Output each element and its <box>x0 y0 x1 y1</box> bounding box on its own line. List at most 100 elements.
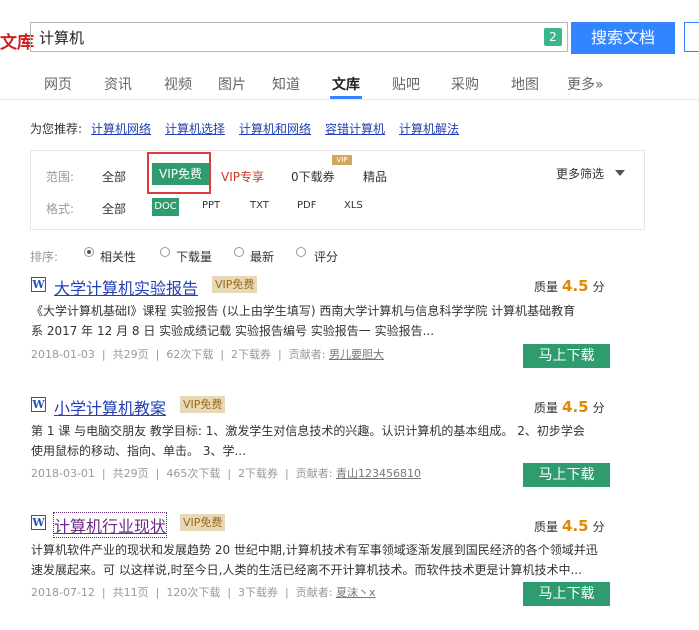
sort-option-rating[interactable]: 评分 <box>314 248 338 265</box>
more-filters-button[interactable]: 更多筛选 <box>556 165 604 182</box>
scope-option-zero-coupon[interactable]: 0下载券 <box>291 168 335 185</box>
snippet-line: 第 1 课 与电脑交朋友 教学目标: 1、激发学生对信息技术的兴趣。认识计算机的… <box>31 424 585 438</box>
contributor-label: 贡献者: <box>295 467 333 480</box>
contributor-label: 贡献者: <box>295 586 333 599</box>
scope-option-vip-exclusive[interactable]: VIP专享 <box>221 168 264 185</box>
format-option-txt[interactable]: TXT <box>250 200 269 211</box>
sort-option-relevance[interactable]: 相关性 <box>100 248 136 265</box>
format-option-pdf[interactable]: PDF <box>297 200 316 211</box>
recommend-link[interactable]: 计算机网络 <box>91 120 151 137</box>
word-doc-icon: W <box>31 277 46 292</box>
tab-video[interactable]: 视频 <box>164 74 192 94</box>
quality-rating: 质量 4.5 分 <box>534 398 605 416</box>
wenku-logo[interactable]: 文库 <box>0 28 34 53</box>
result-snippet: 第 1 课 与电脑交朋友 教学目标: 1、激发学生对信息技术的兴趣。认识计算机的… <box>31 421 616 461</box>
search-secondary-button[interactable] <box>684 22 699 52</box>
result-title[interactable]: 大学计算机实验报告 <box>54 275 198 299</box>
format-option-doc[interactable]: DOC <box>152 198 179 216</box>
format-option-xls[interactable]: XLS <box>344 200 363 211</box>
tab-wenku[interactable]: 文库 <box>332 74 360 94</box>
contributor-label: 贡献者: <box>288 348 326 361</box>
selection-highlight-box <box>147 152 211 194</box>
download-button[interactable]: 马上下载 <box>523 582 610 606</box>
quality-score: 4.5 <box>562 277 589 295</box>
active-tab-indicator <box>330 96 362 99</box>
tab-tieba[interactable]: 贴吧 <box>392 74 420 94</box>
result-date: 2018-07-12 <box>31 586 95 599</box>
sort-radio-newest[interactable] <box>234 247 244 257</box>
sort-radio-relevance[interactable] <box>84 247 94 257</box>
result-title[interactable]: 小学计算机教案 <box>54 395 166 419</box>
contributor-link[interactable]: 男儿要胆大 <box>329 348 384 361</box>
vip-tag: VIP <box>332 155 352 165</box>
quality-score: 4.5 <box>562 517 589 535</box>
tab-web[interactable]: 网页 <box>44 74 72 94</box>
result-pages: 共29页 <box>112 348 149 361</box>
vip-free-badge: VIP免费 <box>180 514 226 531</box>
search-count-badge: 2 <box>544 28 562 46</box>
search-input[interactable] <box>39 28 519 46</box>
result-downloads: 465次下载 <box>166 467 221 480</box>
result-date: 2018-03-01 <box>31 467 95 480</box>
result-pages: 共29页 <box>112 467 149 480</box>
sort-radio-rating[interactable] <box>296 247 306 257</box>
scope-option-premium[interactable]: 精品 <box>363 168 387 185</box>
result-downloads: 120次下载 <box>166 586 221 599</box>
recommend-link[interactable]: 计算机解法 <box>399 120 459 137</box>
vip-free-badge: VIP免费 <box>212 276 258 293</box>
quality-label: 质量 <box>534 280 559 294</box>
format-option-ppt[interactable]: PPT <box>202 200 220 211</box>
result-snippet: 计算机软件产业的现状和发展趋势 20 世纪中期,计算机技术有军事领域逐渐发展到国… <box>31 540 616 580</box>
recommend-link[interactable]: 容错计算机 <box>325 120 385 137</box>
snippet-line: 系 2017 年 12 月 8 日 实验成绩记载 实验报告编号 实验报告一 实验… <box>31 324 435 338</box>
contributor-link[interactable]: 夏沫丶x <box>336 586 376 599</box>
vip-free-badge: VIP免费 <box>180 396 226 413</box>
quality-rating: 质量 4.5 分 <box>534 277 605 295</box>
tab-more[interactable]: 更多» <box>567 74 604 94</box>
download-button[interactable]: 马上下载 <box>523 344 610 368</box>
snippet-line: 《大学计算机基础Ⅰ》课程 实验报告 (以上由学生填写) 西南大学计算机与信息科学… <box>31 304 576 318</box>
recommend-link[interactable]: 计算机和网络 <box>239 120 311 137</box>
snippet-line: 使用鼠标的移动、指向、单击。 3、学... <box>31 444 246 458</box>
quality-unit: 分 <box>592 401 605 415</box>
quality-label: 质量 <box>534 401 559 415</box>
recommend-label: 为您推荐: <box>30 122 83 136</box>
result-coupons: 2下载券 <box>238 467 279 480</box>
scope-option-all[interactable]: 全部 <box>102 168 126 185</box>
quality-label: 质量 <box>534 520 559 534</box>
tab-zhidao[interactable]: 知道 <box>272 74 300 94</box>
quality-unit: 分 <box>592 520 605 534</box>
contributor-link[interactable]: 青山123456810 <box>336 467 421 480</box>
result-snippet: 《大学计算机基础Ⅰ》课程 实验报告 (以上由学生填写) 西南大学计算机与信息科学… <box>31 301 616 341</box>
search-button[interactable]: 搜索文档 <box>571 22 675 54</box>
result-pages: 共11页 <box>112 586 149 599</box>
search-box[interactable]: 2 <box>30 22 568 52</box>
result-title[interactable]: 计算机行业现状 <box>52 512 168 538</box>
quality-score: 4.5 <box>562 398 589 416</box>
quality-unit: 分 <box>592 280 605 294</box>
sort-option-newest[interactable]: 最新 <box>250 248 274 265</box>
tab-images[interactable]: 图片 <box>218 74 246 94</box>
result-date: 2018-01-03 <box>31 348 95 361</box>
sort-label: 排序: <box>30 250 59 264</box>
snippet-line: 速发展起来。可 以这样说,时至今日,人类的生活已经离不开计算机技术。而软件技术更… <box>31 563 582 577</box>
result-coupons: 3下载券 <box>238 586 279 599</box>
result-meta: 2018-07-12 | 共11页 | 120次下载 | 3下载券 | 贡献者:… <box>31 586 376 599</box>
quality-rating: 质量 4.5 分 <box>534 517 605 535</box>
sort-option-downloads[interactable]: 下载量 <box>176 248 212 265</box>
word-doc-icon: W <box>31 397 46 412</box>
download-button[interactable]: 马上下载 <box>523 463 610 487</box>
result-downloads: 62次下载 <box>166 348 214 361</box>
nav-tabs: 网页 资讯 视频 图片 知道 文库 贴吧 采购 地图 更多» <box>0 64 699 100</box>
tab-map[interactable]: 地图 <box>511 74 539 94</box>
tab-purchase[interactable]: 采购 <box>451 74 479 94</box>
tab-news[interactable]: 资讯 <box>104 74 132 94</box>
scope-label: 范围: <box>46 170 75 184</box>
sort-radio-downloads[interactable] <box>160 247 170 257</box>
result-coupons: 2下载券 <box>231 348 272 361</box>
format-label: 格式: <box>46 202 75 216</box>
recommend-link[interactable]: 计算机选择 <box>165 120 225 137</box>
caret-down-icon[interactable] <box>615 170 625 176</box>
word-doc-icon: W <box>31 515 46 530</box>
format-option-all[interactable]: 全部 <box>102 200 126 217</box>
